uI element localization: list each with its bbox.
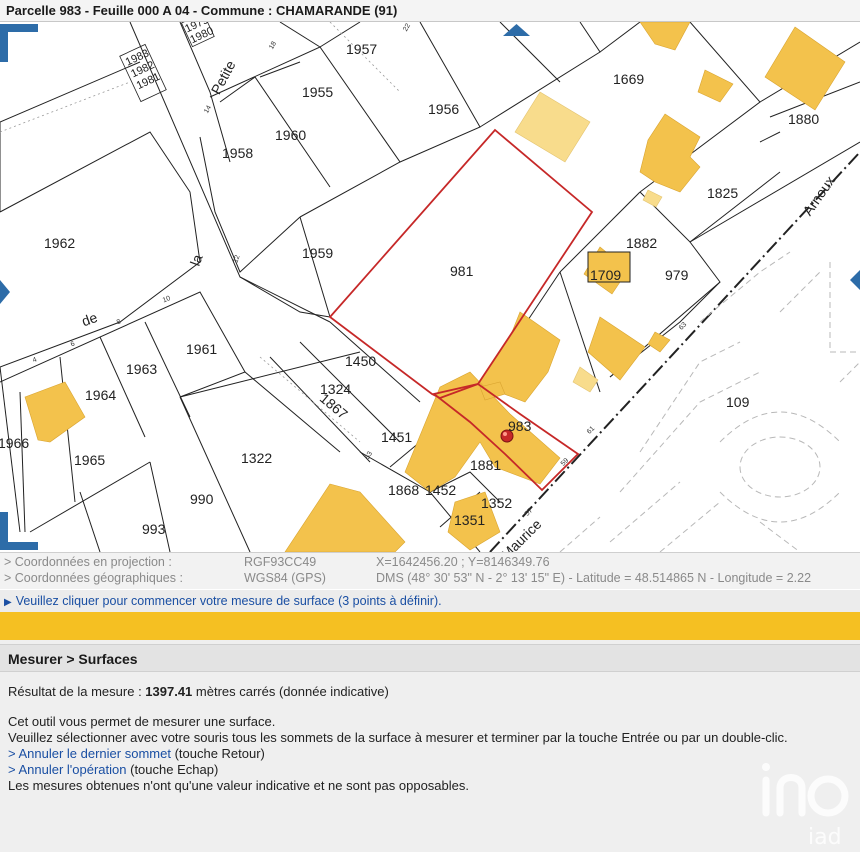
house-number: 18 <box>268 40 278 50</box>
parcel-label: 1955 <box>302 84 333 100</box>
accent-band <box>0 612 860 640</box>
geographic-label: > Coordonnées géographiques : <box>4 571 183 585</box>
street-label: Arnoux <box>799 173 838 219</box>
house-number: 22 <box>402 22 412 32</box>
panel-body: Résultat de la mesure : 1397.41 mètres c… <box>8 684 788 794</box>
cadastral-map[interactable]: 1957 1955 1956 1669 1880 1960 1958 1825 … <box>0 22 860 552</box>
parcel-label: 1709 <box>590 267 621 283</box>
parcel-label-selected: 983 <box>508 418 532 434</box>
geographic-system: WGS84 (GPS) <box>244 571 326 585</box>
parcel-label-selected: 981 <box>450 263 474 279</box>
undo-vertex-link[interactable]: > Annuler le dernier sommet <box>8 746 171 761</box>
measure-result: Résultat de la mesure : 1397.41 mètres c… <box>8 684 389 699</box>
parcel-label: 979 <box>665 267 689 283</box>
iad-logo-icon: iad <box>762 763 849 848</box>
measure-result-value: 1397.41 <box>145 684 193 699</box>
parcel-label: 109 <box>726 394 750 410</box>
measure-hint-text: Veuillez cliquer pour commencer votre me… <box>15 594 442 608</box>
house-number: 14 <box>203 104 213 114</box>
panel-title: Mesurer > Surfaces <box>0 644 860 672</box>
undo-vertex-row: > Annuler le dernier sommet (touche Reto… <box>8 746 265 761</box>
parcel-label: 1351 <box>454 512 485 528</box>
svg-text:iad: iad <box>808 825 842 848</box>
parcel-label: 1880 <box>788 111 819 127</box>
parcel-label: 1825 <box>707 185 738 201</box>
projection-label: > Coordonnées en projection : <box>4 555 172 569</box>
projection-value: X=1642456.20 ; Y=8146349.76 <box>376 555 550 569</box>
house-number: 59 <box>560 457 571 468</box>
parcel-label: 1960 <box>275 127 306 143</box>
geographic-value: DMS (48° 30' 53" N - 2° 13' 15" E) - Lat… <box>376 571 812 585</box>
tool-intro: Cet outil vous permet de mesurer une sur… <box>8 714 276 729</box>
parcel-label: 1868 <box>388 482 419 498</box>
window-title: Parcelle 983 - Feuille 000 A 04 - Commun… <box>0 0 860 22</box>
parcel-label: 1669 <box>613 71 644 87</box>
street-label: de <box>79 309 99 329</box>
measure-panel: Mesurer > Surfaces Résultat de la mesure… <box>0 640 860 852</box>
street-label: la <box>187 252 206 268</box>
house-number: 4 <box>32 356 38 364</box>
parcel-label: 1352 <box>481 495 512 511</box>
parcel-label: 1962 <box>44 235 75 251</box>
parcel-label: 1966 <box>0 435 29 451</box>
parcel-label: 993 <box>142 521 166 537</box>
map-canvas[interactable]: 1957 1955 1956 1669 1880 1960 1958 1825 … <box>0 22 860 552</box>
projection-system: RGF93CC49 <box>244 555 317 569</box>
parcel-label: 1882 <box>626 235 657 251</box>
street-label: Petite <box>208 58 239 97</box>
cancel-operation-link[interactable]: > Annuler l'opération <box>8 762 127 777</box>
street-label: Maurice <box>498 516 545 552</box>
parcel-label: 1450 <box>345 353 376 369</box>
parcel-label: 1963 <box>126 361 157 377</box>
house-number: 12 <box>232 254 241 264</box>
parcel-label: 1451 <box>381 429 412 445</box>
parcel-label: 1958 <box>222 145 253 161</box>
parcel-label: 1956 <box>428 101 459 117</box>
parcel-label: 1961 <box>186 341 217 357</box>
house-number: 61 <box>586 425 597 436</box>
house-number: 10 <box>162 295 172 304</box>
parcel-label: 1322 <box>241 450 272 466</box>
parcel-label: 1957 <box>346 41 377 57</box>
house-number: 8 <box>116 318 122 326</box>
cancel-row: > Annuler l'opération (touche Echap) <box>8 762 219 777</box>
coordinates-panel: > Coordonnées en projection : RGF93CC49 … <box>0 552 860 589</box>
parcel-label: 1881 <box>470 457 501 473</box>
disclaimer: Les mesures obtenues n'ont qu'une valeur… <box>8 778 469 793</box>
parcel-label: 1959 <box>302 245 333 261</box>
house-number: 6 <box>70 340 76 348</box>
parcel-label: 1964 <box>85 387 116 403</box>
parcel-label: 990 <box>190 491 214 507</box>
tool-instructions: Veuillez sélectionner avec votre souris … <box>8 730 788 745</box>
parcel-label: 1965 <box>74 452 105 468</box>
parcel-label: 1452 <box>425 482 456 498</box>
play-icon: ▶ <box>4 597 12 608</box>
measure-hint: ▶ Veuillez cliquer pour commencer votre m… <box>0 590 860 612</box>
